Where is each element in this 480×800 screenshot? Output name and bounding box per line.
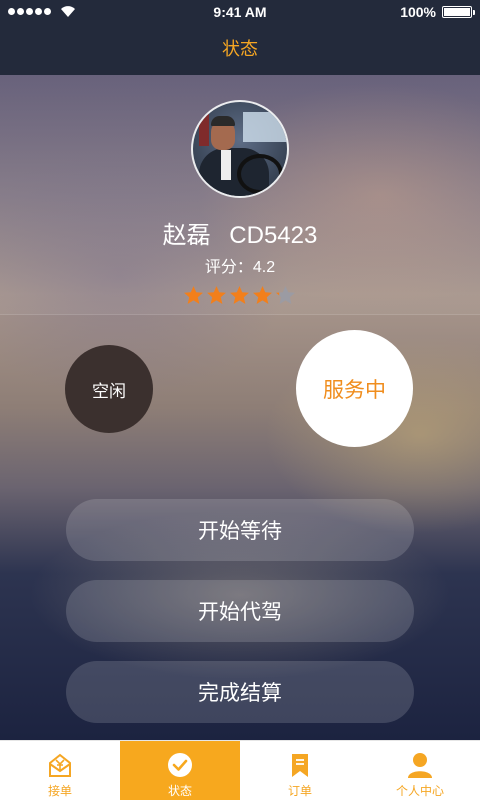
- star-icon: [230, 286, 249, 304]
- tab-receive-orders[interactable]: 接单: [0, 741, 120, 800]
- bookmark-list-icon: [292, 754, 308, 777]
- driver-name: 赵磊: [162, 222, 211, 249]
- rating-stars: [183, 285, 296, 306]
- tab-status[interactable]: 状态: [120, 741, 240, 800]
- app-screen: 9:41 AM 100% 状态 赵磊 CD5423 评分：4.2 空闲 服务中 …: [0, 0, 480, 800]
- order-receive-icon: [49, 753, 71, 777]
- driver-id: CD5423: [229, 222, 318, 249]
- tab-label: 订单: [287, 784, 312, 798]
- tab-label: 个人中心: [395, 784, 444, 798]
- tab-orders[interactable]: 订单: [240, 741, 360, 800]
- star-icon: [276, 286, 295, 304]
- divider: [0, 314, 480, 315]
- user-icon: [408, 753, 432, 778]
- check-circle-icon: [168, 753, 192, 777]
- star-icon: [184, 286, 203, 304]
- complete-settlement-button[interactable]: 完成结算: [66, 661, 414, 723]
- driver-name-line: 赵磊 CD5423: [0, 215, 480, 250]
- serving-status-button[interactable]: 服务中: [296, 330, 413, 447]
- battery-icon: [442, 6, 475, 18]
- page-title: 状态: [222, 39, 258, 59]
- idle-status-button[interactable]: 空闲: [65, 345, 153, 433]
- star-icon: [207, 286, 226, 304]
- rating-text: 评分：4.2: [204, 259, 276, 276]
- header-bar: 9:41 AM 100% 状态: [0, 0, 480, 75]
- status-bar: 9:41 AM 100%: [0, 0, 480, 24]
- battery-percent: 100%: [400, 4, 436, 20]
- driver-avatar: [191, 100, 289, 198]
- start-waiting-button[interactable]: 开始等待: [66, 499, 414, 561]
- start-driving-button[interactable]: 开始代驾: [66, 580, 414, 642]
- tab-profile-center[interactable]: 个人中心: [360, 741, 480, 800]
- tab-label: 状态: [167, 784, 192, 798]
- tab-label: 接单: [47, 784, 72, 798]
- tab-bar: 接单 状态 订单 个人中心: [0, 740, 480, 800]
- star-icon: [253, 286, 272, 304]
